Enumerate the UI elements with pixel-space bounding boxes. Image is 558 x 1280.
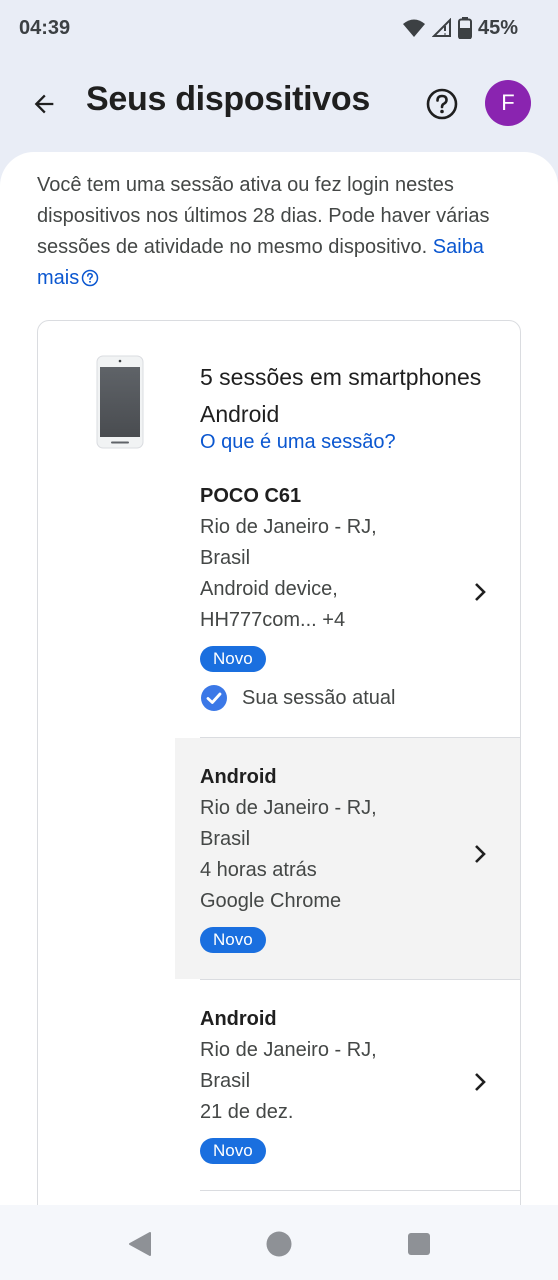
session-location: Rio de Janeiro - RJ, (200, 797, 377, 819)
session-item[interactable]: Android Rio de Janeiro - RJ, Brasil 4 ho… (175, 738, 520, 979)
nav-back-icon[interactable] (127, 1231, 153, 1257)
status-bar: 04:39 45% (0, 0, 558, 56)
session-device-name: Android (200, 766, 277, 788)
session-detail: HH777com... +4 (200, 609, 346, 631)
help-button[interactable] (420, 82, 464, 126)
help-outline-icon (81, 269, 99, 287)
wifi-icon (402, 19, 425, 37)
status-icons: 45% (402, 17, 518, 40)
system-nav-bar (0, 1205, 558, 1280)
status-time: 04:39 (19, 16, 71, 39)
session-item[interactable]: POCO C61 Rio de Janeiro - RJ, Brasil And… (175, 481, 520, 737)
battery-icon (457, 17, 472, 39)
nav-home-icon[interactable] (266, 1231, 292, 1257)
session-country: Brasil (200, 1070, 251, 1092)
devices-card: 5 sessões em smartphones Android O que é… (37, 320, 521, 1212)
content-sheet: Você tem uma sessão ativa ou fez login n… (0, 152, 558, 1212)
session-item[interactable]: Android Rio de Janeiro - RJ, Brasil 21 d… (175, 980, 520, 1190)
session-last-active: 4 horas atrás (200, 859, 317, 881)
avatar[interactable]: F (485, 80, 531, 126)
page-title: Seus dispositivos (86, 80, 370, 118)
current-session-label: Sua sessão atual (242, 686, 396, 709)
chevron-right-icon (475, 583, 486, 601)
session-device-name: POCO C61 (200, 485, 302, 507)
session-detail: Android device, (200, 578, 338, 600)
sessions-heading: 5 sessões em smartphones Android (200, 364, 482, 427)
session-country: Brasil (200, 547, 251, 569)
intro-text: Você tem uma sessão ativa ou fez login n… (37, 170, 517, 294)
back-button[interactable] (22, 82, 66, 126)
new-badge: Novo (200, 927, 266, 953)
chevron-right-icon (475, 845, 486, 863)
session-last-active: 21 de dez. (200, 1101, 294, 1123)
new-badge: Novo (200, 1138, 266, 1164)
help-icon (426, 88, 458, 120)
smartphone-icon (96, 355, 144, 449)
app-bar: Seus dispositivos F (0, 62, 558, 146)
what-is-session-link[interactable]: O que é uma sessão? (200, 431, 396, 454)
nav-recents-icon[interactable] (407, 1232, 431, 1256)
session-location: Rio de Janeiro - RJ, (200, 1039, 377, 1061)
arrow-back-icon (34, 94, 54, 114)
session-location: Rio de Janeiro - RJ, (200, 516, 377, 538)
session-browser: Google Chrome (200, 890, 342, 912)
signal-icon (431, 18, 451, 37)
chevron-right-icon (475, 1073, 486, 1091)
battery-percent: 45% (477, 16, 518, 39)
session-country: Brasil (200, 828, 251, 850)
session-device-name: Android (200, 1008, 277, 1030)
check-circle-icon (201, 685, 227, 711)
divider (200, 1190, 520, 1191)
new-badge: Novo (200, 646, 266, 672)
current-session-indicator: Sua sessão atual (200, 684, 460, 712)
intro-description: Você tem uma sessão ativa ou fez login n… (37, 174, 490, 258)
